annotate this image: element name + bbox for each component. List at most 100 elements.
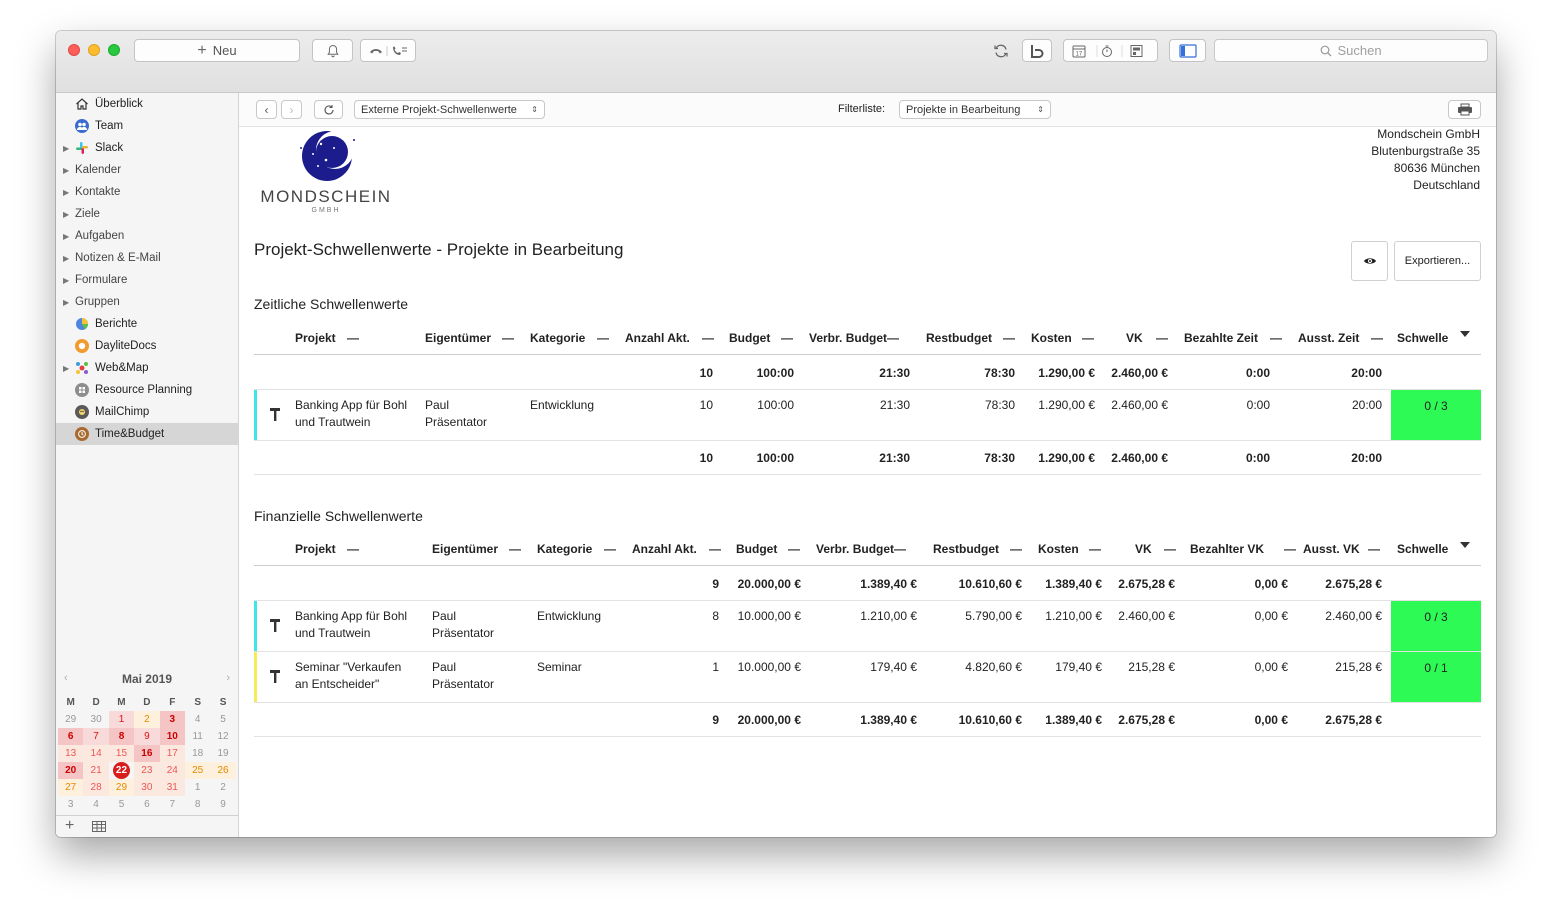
column-header[interactable]: Bezahlte Zeit xyxy=(1184,331,1258,345)
reload-button[interactable] xyxy=(314,100,343,119)
calendar-day[interactable]: 24 xyxy=(159,762,185,779)
sort-dash-icon[interactable]: — xyxy=(502,331,514,345)
notifications-button[interactable] xyxy=(312,39,353,62)
sidebar-group-notes-email[interactable]: ▶ Notizen & E-Mail xyxy=(56,247,238,269)
calendar-day[interactable]: 12 xyxy=(210,728,235,745)
project-name-line2[interactable]: an Entscheider" xyxy=(295,676,379,693)
sort-dash-icon[interactable]: — xyxy=(781,331,793,345)
sidebar-group-forms[interactable]: ▶ Formulare xyxy=(56,269,238,291)
sort-dash-icon[interactable]: — xyxy=(788,542,800,556)
project-name-line1[interactable]: Banking App für Bohl xyxy=(295,608,407,625)
disclosure-triangle-icon[interactable]: ▶ xyxy=(63,276,69,285)
disclosure-triangle-icon[interactable]: ▶ xyxy=(63,298,69,307)
calendar-day[interactable]: 2 xyxy=(210,779,235,796)
preview-button[interactable] xyxy=(1351,241,1388,281)
disclosure-triangle-icon[interactable]: ▶ xyxy=(63,188,69,197)
column-header[interactable]: Kosten xyxy=(1031,331,1072,345)
column-header[interactable]: Eigentümer xyxy=(432,542,498,556)
calendar-day[interactable]: 16 xyxy=(134,745,160,762)
sidebar-group-tasks[interactable]: ▶ Aufgaben xyxy=(56,225,238,247)
disclosure-triangle-icon[interactable]: ▶ xyxy=(63,210,69,219)
sidebar-group-calendar[interactable]: ▶ Kalender xyxy=(56,159,238,181)
sort-dash-icon[interactable]: — xyxy=(597,331,609,345)
calendar-day[interactable]: 9 xyxy=(210,796,235,813)
sort-dash-icon[interactable]: — xyxy=(1082,331,1094,345)
sort-descending-icon[interactable] xyxy=(1460,331,1470,337)
sort-dash-icon[interactable]: — xyxy=(347,331,359,345)
sort-descending-icon[interactable] xyxy=(1460,542,1470,548)
column-header[interactable]: VK xyxy=(1135,542,1152,556)
report-select[interactable]: Externe Projekt-Schwellenwerte ⇕ xyxy=(354,100,545,119)
calendar-day-today[interactable]: 22 xyxy=(109,762,134,779)
column-header[interactable]: Bezahlter VK xyxy=(1190,542,1264,556)
sidebar-group-groups[interactable]: ▶ Gruppen xyxy=(56,291,238,313)
chevron-right-icon[interactable]: › xyxy=(226,672,230,684)
export-button[interactable]: Exportieren... xyxy=(1394,241,1481,281)
calendar-day[interactable]: 6 xyxy=(134,796,159,813)
calendar-day[interactable]: 30 xyxy=(83,711,108,728)
table-row[interactable]: Seminar "Verkaufen an Entscheider" Paul Prä… xyxy=(254,652,1481,703)
column-header[interactable]: Budget xyxy=(736,542,777,556)
view-tools-segmented[interactable]: 17 xyxy=(1063,39,1158,62)
project-name-line2[interactable]: und Trautwein xyxy=(295,625,370,642)
sort-dash-icon[interactable]: — xyxy=(1368,542,1380,556)
sort-dash-icon[interactable]: — xyxy=(347,542,359,556)
sidebar-item-webmap[interactable]: ▶ Web&Map xyxy=(56,357,238,379)
column-header[interactable]: Eigentümer xyxy=(425,331,491,345)
sidebar-group-goals[interactable]: ▶ Ziele xyxy=(56,203,238,225)
calendar-day[interactable]: 29 xyxy=(108,779,135,796)
sort-dash-icon[interactable]: — xyxy=(894,542,906,556)
column-header[interactable]: Anzahl Akt. xyxy=(632,542,697,556)
column-header[interactable]: Projekt xyxy=(295,331,336,345)
column-header[interactable]: Schwelle xyxy=(1397,542,1448,556)
table-view-icon[interactable] xyxy=(92,821,106,832)
sort-dash-icon[interactable]: — xyxy=(509,542,521,556)
sort-dash-icon[interactable]: — xyxy=(1010,542,1022,556)
calendar-day[interactable]: 30 xyxy=(134,779,160,796)
close-window-button[interactable] xyxy=(68,44,80,56)
calendar-day[interactable]: 4 xyxy=(83,796,108,813)
calendar-day[interactable]: 31 xyxy=(159,779,185,796)
calendar-day[interactable]: 9 xyxy=(134,728,160,745)
disclosure-triangle-icon[interactable]: ▶ xyxy=(63,364,69,373)
table-row[interactable]: Banking App für Bohl und Trautwein Paul Prä… xyxy=(254,601,1481,652)
calendar-day[interactable]: 3 xyxy=(58,796,83,813)
calendar-day[interactable]: 5 xyxy=(109,796,134,813)
new-button[interactable]: + Neu xyxy=(134,39,300,62)
column-header[interactable]: Restbudget xyxy=(926,331,992,345)
sort-dash-icon[interactable]: — xyxy=(887,331,899,345)
sort-dash-icon[interactable]: — xyxy=(1284,542,1296,556)
project-name-line1[interactable]: Seminar "Verkaufen xyxy=(295,659,401,676)
print-button[interactable] xyxy=(1448,100,1481,119)
calendar-day[interactable]: 29 xyxy=(58,711,83,728)
sort-dash-icon[interactable]: — xyxy=(1270,331,1282,345)
project-name-line2[interactable]: und Trautwein xyxy=(295,414,370,431)
sort-dash-icon[interactable]: — xyxy=(702,331,714,345)
sort-dash-icon[interactable]: — xyxy=(1371,331,1383,345)
sidebar-item-reports[interactable]: Berichte xyxy=(56,313,238,335)
calendar-day[interactable]: 20 xyxy=(58,762,84,779)
calendar-day[interactable]: 7 xyxy=(83,728,109,745)
column-header[interactable]: Ausst. Zeit xyxy=(1298,331,1359,345)
column-header[interactable]: Restbudget xyxy=(933,542,999,556)
calendar-day[interactable]: 3 xyxy=(159,711,185,728)
disclosure-triangle-icon[interactable]: ▶ xyxy=(63,144,69,153)
column-header[interactable]: VK xyxy=(1126,331,1143,345)
disclosure-triangle-icon[interactable]: ▶ xyxy=(63,166,69,175)
calendar-day[interactable]: 21 xyxy=(83,762,109,779)
calendar-day[interactable]: 1 xyxy=(108,711,135,728)
sort-dash-icon[interactable]: — xyxy=(709,542,721,556)
calendar-day[interactable]: 1 xyxy=(185,779,210,796)
calendar-day[interactable]: 2 xyxy=(134,711,160,728)
calendar-day[interactable]: 4 xyxy=(185,711,210,728)
column-header[interactable]: Kosten xyxy=(1038,542,1079,556)
calendar-day[interactable]: 28 xyxy=(83,779,109,796)
calendar-day[interactable]: 25 xyxy=(184,762,211,779)
calendar-day[interactable]: 15 xyxy=(108,745,135,762)
daylite-integration-button[interactable] xyxy=(1022,39,1052,62)
filter-select[interactable]: Projekte in Bearbeitung ⇕ xyxy=(899,100,1051,119)
minimize-window-button[interactable] xyxy=(88,44,100,56)
column-header[interactable]: Budget xyxy=(729,331,770,345)
calendar-day[interactable]: 19 xyxy=(210,745,235,762)
sidebar-item-daylitedocs[interactable]: DayliteDocs xyxy=(56,335,238,357)
